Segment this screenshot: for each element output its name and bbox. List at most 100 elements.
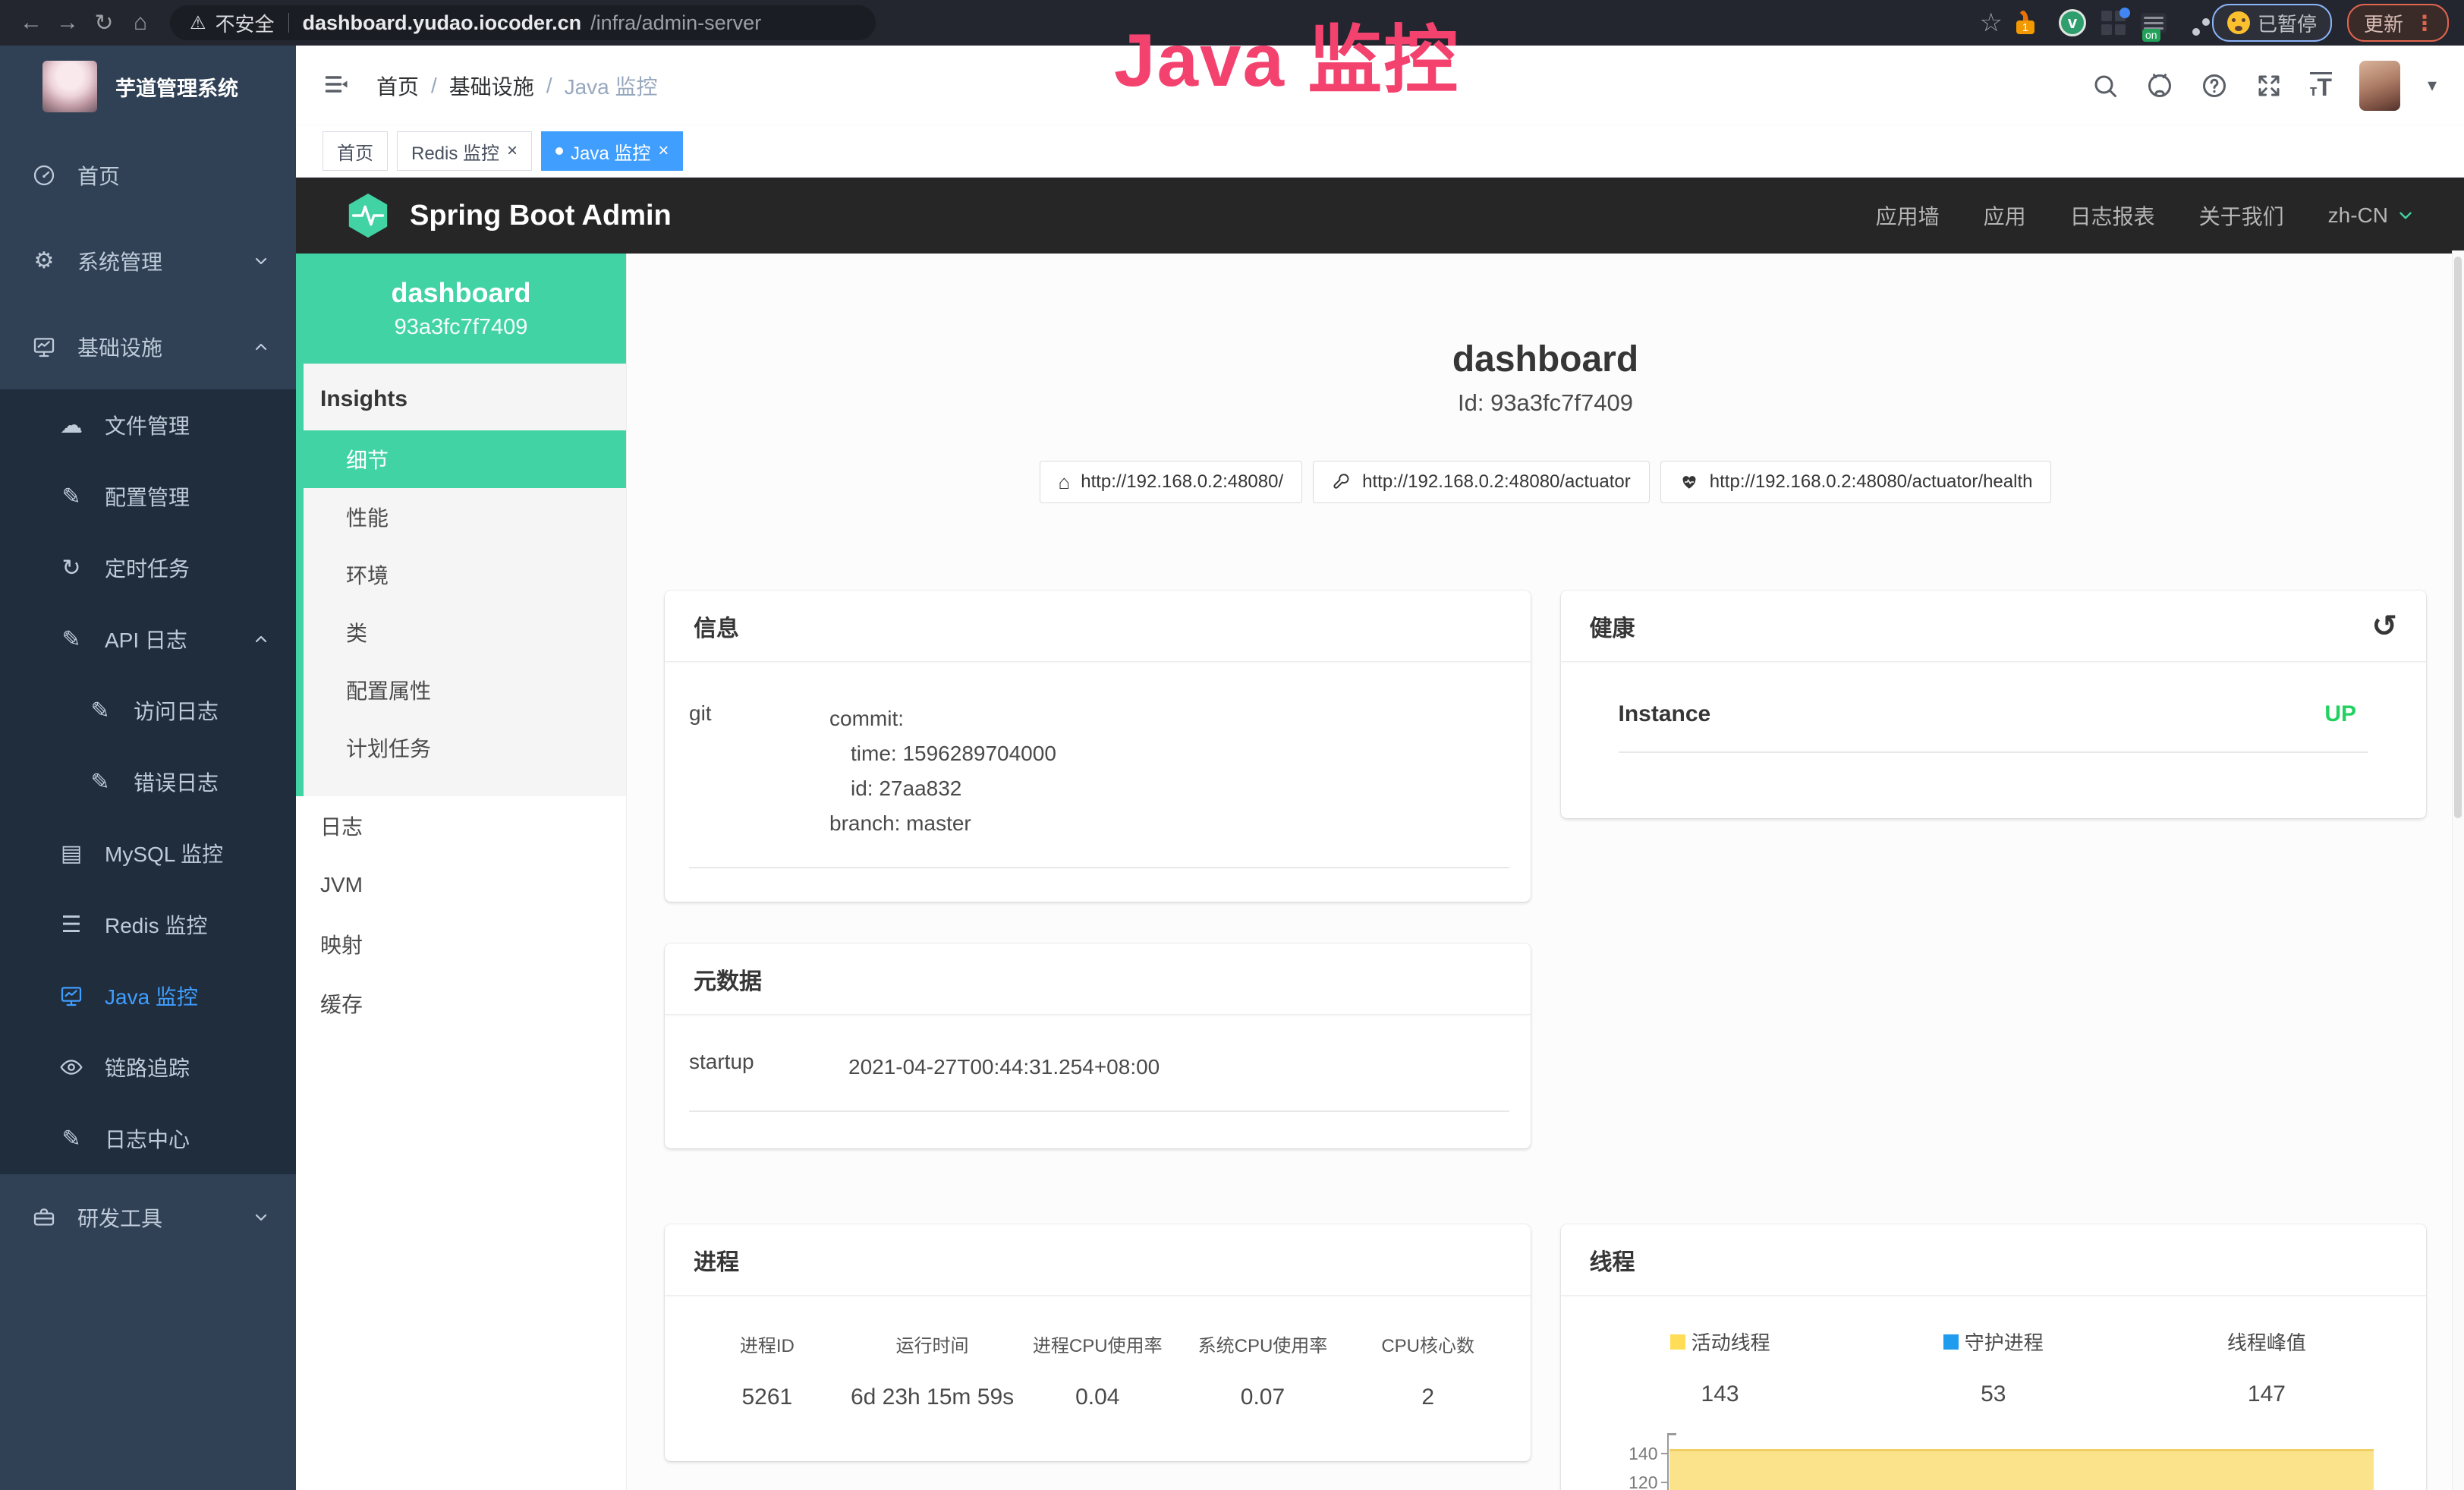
sba-nav-journal[interactable]: 日志报表: [2070, 200, 2155, 231]
browser-back-button[interactable]: ←: [15, 7, 47, 39]
metadata-key: startup: [689, 1050, 848, 1085]
close-icon[interactable]: ×: [658, 142, 669, 160]
service-url-button[interactable]: ⌂ http://192.168.0.2:48080/: [1040, 461, 1303, 503]
profile-paused-pill[interactable]: 已暂停: [2212, 4, 2332, 42]
browser-reload-button[interactable]: ↻: [88, 7, 120, 39]
breadcrumb: 首页 / 基础设施 / Java 监控: [376, 71, 658, 101]
sba-instance-sidebar: dashboard 93a3fc7f7409 Insights 细节 性能 环境…: [296, 254, 627, 1490]
browser-home-button[interactable]: ⌂: [124, 7, 156, 39]
process-cpu-value: 0.04: [1015, 1384, 1180, 1410]
service-url: http://192.168.0.2:48080/: [1081, 471, 1283, 493]
sidebar-item-infra[interactable]: 基础设施: [0, 304, 296, 389]
sidebar-item-home[interactable]: 首页: [0, 132, 296, 218]
legend-swatch-daemon-threads: [1943, 1334, 1959, 1350]
info-card: 信息 git commit: time: 1596289704000 id: 2…: [665, 591, 1531, 902]
sidebar-item-label: Java 监控: [105, 981, 198, 1011]
help-question-icon[interactable]: [2201, 72, 2228, 99]
actuator-url-button[interactable]: http://192.168.0.2:48080/actuator: [1313, 461, 1650, 503]
sidebar-item-scheduled-jobs[interactable]: ↻ 定时任务: [0, 532, 296, 603]
sidebar-item-mysql-monitor[interactable]: ▤ MySQL 监控: [0, 817, 296, 889]
browser-address-bar[interactable]: ⚠ 不安全 dashboard.yudao.iocoder.cn /infra/…: [170, 5, 876, 40]
grid-extension-icon[interactable]: [2101, 11, 2126, 35]
sba-menu-classes[interactable]: 类: [304, 603, 626, 661]
sidebar-item-label: API 日志: [105, 624, 187, 654]
sidebar-item-java-monitor[interactable]: Java 监控: [0, 960, 296, 1032]
sba-menu-scheduled-tasks[interactable]: 计划任务: [304, 719, 626, 777]
sidebar-item-devtools[interactable]: 研发工具: [0, 1174, 296, 1260]
sba-nav-wallboard[interactable]: 应用墙: [1876, 200, 1940, 231]
paused-label: 已暂停: [2258, 9, 2317, 37]
sba-header: Spring Boot Admin 应用墙 应用 日志报表 关于我们 zh-CN: [296, 178, 2464, 254]
sidebar-item-label: MySQL 监控: [105, 838, 223, 868]
tab-home[interactable]: 首页: [323, 131, 388, 171]
y-tick-140: 140: [1613, 1444, 1658, 1464]
sba-menu-metrics[interactable]: 性能: [304, 488, 626, 546]
git-branch: branch: master: [829, 806, 1509, 841]
sba-menu-plain: 日志 JVM 映射 缓存: [296, 796, 626, 1033]
health-instance-row[interactable]: Instance UP: [1561, 662, 2427, 727]
caret-down-icon[interactable]: ▾: [2428, 74, 2437, 96]
breadcrumb-section[interactable]: 基础设施: [449, 71, 534, 101]
sba-menu-jvm[interactable]: JVM: [296, 855, 626, 915]
col-header-system-cpu: 系统CPU使用率: [1180, 1331, 1345, 1357]
sba-menu-details[interactable]: 细节: [296, 430, 626, 488]
browser-forward-button[interactable]: →: [52, 7, 83, 39]
instance-subtitle: Id: 93a3fc7f7409: [665, 389, 2426, 417]
sidebar-item-system[interactable]: ⚙ 系统管理: [0, 218, 296, 304]
sba-menu-caches[interactable]: 缓存: [296, 974, 626, 1033]
metadata-card: 元数据 startup 2021-04-27T00:44:31.254+08:0…: [665, 943, 1531, 1148]
home-icon: ⌂: [134, 10, 147, 36]
sidebar-collapse-button[interactable]: [323, 71, 354, 101]
scrollbar[interactable]: [2452, 250, 2464, 1490]
sba-menu-configprops[interactable]: 配置属性: [304, 661, 626, 719]
browser-toolbar-right: ☆ 1 v on 已暂停 更新 ⋮: [1979, 4, 2449, 42]
sba-menu-mappings[interactable]: 映射: [296, 915, 626, 974]
search-icon[interactable]: [2091, 72, 2119, 99]
system-cpu-value: 0.07: [1180, 1384, 1345, 1410]
card-title: 进程: [694, 1243, 739, 1277]
refresh-extension-icon[interactable]: 1: [2018, 16, 2028, 30]
sba-menu-environment[interactable]: 环境: [304, 546, 626, 603]
github-icon[interactable]: [2146, 72, 2173, 99]
sidebar-item-trace[interactable]: 链路追踪: [0, 1032, 296, 1103]
live-threads-value: 143: [1584, 1381, 1857, 1407]
instance-title: dashboard: [665, 339, 2426, 380]
sba-nav-about[interactable]: 关于我们: [2199, 200, 2284, 231]
app-logo-row[interactable]: 芋道管理系统: [0, 46, 296, 132]
tab-java-monitor[interactable]: Java 监控 ×: [541, 131, 683, 171]
sba-locale-select[interactable]: zh-CN: [2328, 203, 2415, 228]
sidebar-item-label: 文件管理: [105, 410, 190, 440]
sidebar-item-redis-monitor[interactable]: ☰ Redis 监控: [0, 889, 296, 960]
browser-update-button[interactable]: 更新 ⋮: [2347, 4, 2449, 42]
sidebar-item-api-log[interactable]: ✎ API 日志: [0, 603, 296, 675]
health-url-button[interactable]: http://192.168.0.2:48080/actuator/health: [1660, 461, 2052, 503]
info-git-row: git commit: time: 1596289704000 id: 27aa…: [665, 662, 1531, 841]
url-divider: [288, 13, 289, 33]
sidebar-item-config-manage[interactable]: ✎ 配置管理: [0, 461, 296, 532]
font-size-icon[interactable]: тT: [2310, 72, 2332, 99]
sidebar-item-file-manage[interactable]: ☁ 文件管理: [0, 389, 296, 461]
bookmark-star-icon[interactable]: ☆: [1979, 8, 2002, 38]
sidebar-item-log-center[interactable]: ✎ 日志中心: [0, 1103, 296, 1174]
sba-menu-logfile[interactable]: 日志: [296, 796, 626, 855]
monitor-icon: [56, 984, 87, 1008]
fullscreen-icon[interactable]: [2255, 72, 2283, 99]
onetab-extension-icon[interactable]: on: [2141, 13, 2167, 33]
vue-devtools-extension-icon[interactable]: v: [2059, 9, 2086, 36]
tab-label: Redis 监控: [411, 138, 499, 165]
scrollbar-thumb[interactable]: [2454, 257, 2462, 818]
sidebar-item-error-log[interactable]: ✎ 错误日志: [0, 746, 296, 817]
threads-card: 线程 活动线程 143 守护进程 53: [1561, 1224, 2427, 1490]
history-icon[interactable]: ↺: [2371, 611, 2397, 641]
info-value: commit: time: 1596289704000 id: 27aa832 …: [829, 701, 1509, 841]
user-avatar[interactable]: [2359, 61, 2400, 111]
sba-nav-applications[interactable]: 应用: [1984, 200, 2026, 231]
edit-pen-icon: ✎: [85, 698, 115, 724]
tab-redis-monitor[interactable]: Redis 监控 ×: [397, 131, 532, 171]
spring-boot-admin: Spring Boot Admin 应用墙 应用 日志报表 关于我们 zh-CN: [296, 178, 2464, 1490]
close-icon[interactable]: ×: [507, 142, 518, 160]
breadcrumb-home[interactable]: 首页: [376, 71, 419, 101]
sidebar-item-access-log[interactable]: ✎ 访问日志: [0, 675, 296, 746]
git-commit-label: commit:: [829, 701, 1509, 736]
process-card: 进程 进程ID5261 运行时间6d 23h 15m 59s 进程CPU使用率0…: [665, 1224, 1531, 1461]
